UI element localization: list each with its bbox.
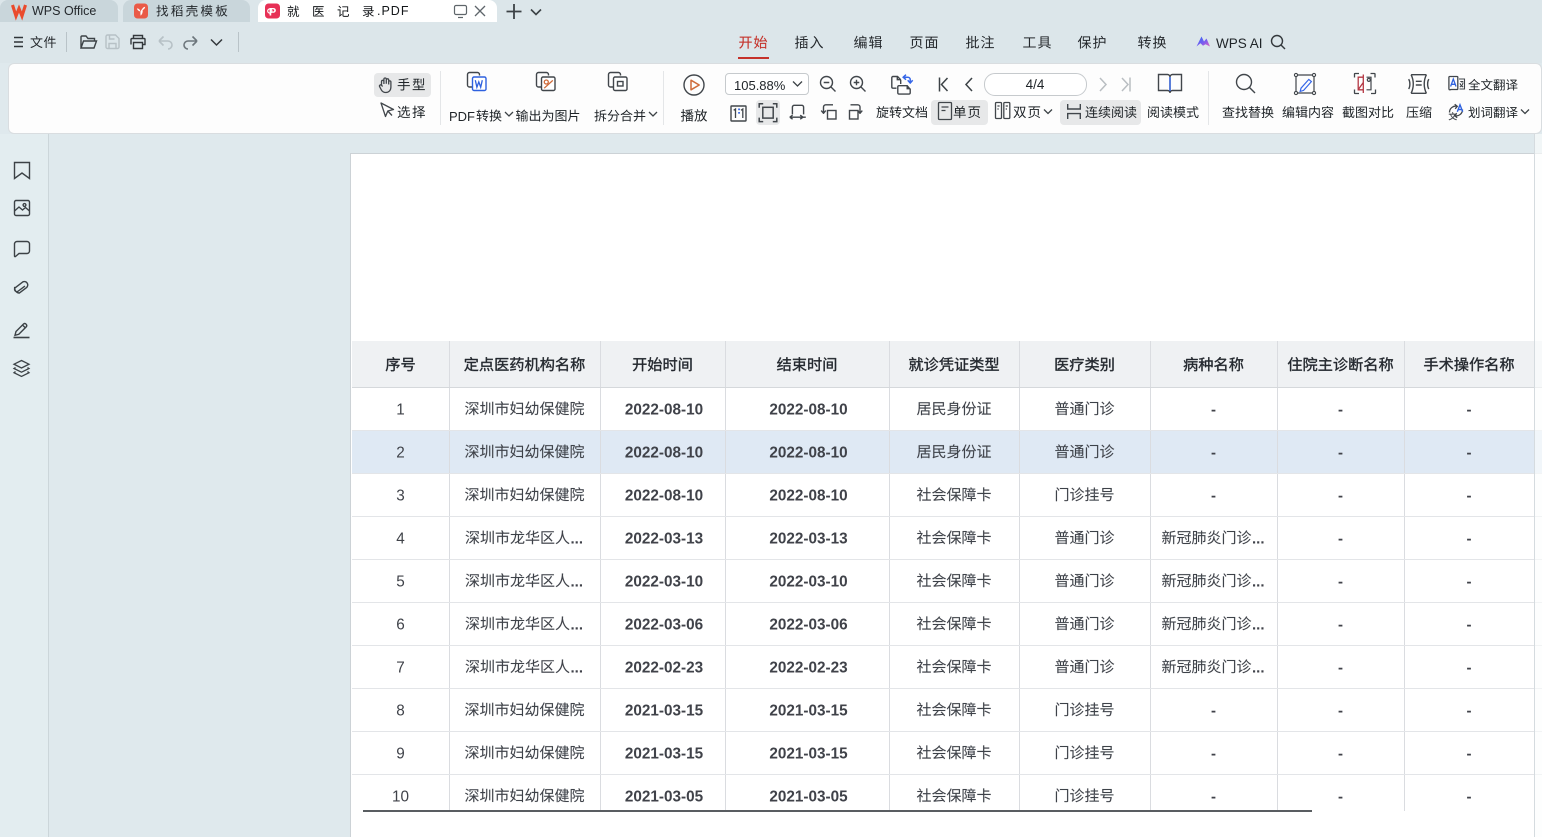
svg-text:2022-03-06: 2022-03-06 bbox=[625, 617, 703, 634]
svg-text:-: - bbox=[1338, 531, 1343, 548]
svg-text:2021-03-15: 2021-03-15 bbox=[625, 746, 704, 763]
svg-text:-: - bbox=[1338, 746, 1343, 763]
svg-text:2: 2 bbox=[396, 445, 405, 462]
svg-text:3: 3 bbox=[396, 488, 405, 505]
svg-text:2022-08-10: 2022-08-10 bbox=[625, 445, 703, 462]
svg-text:2021-03-15: 2021-03-15 bbox=[769, 703, 848, 720]
svg-text:2021-03-05: 2021-03-05 bbox=[769, 789, 848, 806]
svg-text:2022-08-10: 2022-08-10 bbox=[769, 445, 847, 462]
svg-text:6: 6 bbox=[396, 617, 405, 634]
svg-text:...: ... bbox=[571, 660, 584, 677]
svg-text:2021-03-15: 2021-03-15 bbox=[625, 703, 704, 720]
svg-text:...: ... bbox=[1252, 617, 1265, 634]
svg-text:-: - bbox=[1467, 660, 1472, 677]
svg-text:-: - bbox=[1338, 488, 1343, 505]
svg-text:-: - bbox=[1338, 574, 1343, 591]
svg-text:2022-03-13: 2022-03-13 bbox=[625, 531, 703, 548]
svg-text:...: ... bbox=[571, 574, 584, 591]
svg-text:2021-03-15: 2021-03-15 bbox=[769, 746, 848, 763]
svg-text:-: - bbox=[1467, 617, 1472, 634]
svg-text:-: - bbox=[1211, 703, 1216, 720]
svg-text:1: 1 bbox=[396, 402, 405, 419]
svg-text:2022-08-10: 2022-08-10 bbox=[769, 488, 847, 505]
svg-text:...: ... bbox=[1252, 574, 1265, 591]
svg-text:-: - bbox=[1467, 488, 1472, 505]
svg-text:-: - bbox=[1467, 574, 1472, 591]
svg-text:2022-03-10: 2022-03-10 bbox=[769, 574, 847, 591]
svg-text:2022-08-10: 2022-08-10 bbox=[769, 402, 847, 419]
svg-text:P: P bbox=[269, 6, 276, 18]
svg-text:2022-03-06: 2022-03-06 bbox=[769, 617, 847, 634]
svg-text:2022-08-10: 2022-08-10 bbox=[625, 402, 703, 419]
svg-text:5: 5 bbox=[396, 574, 405, 591]
svg-text:7: 7 bbox=[396, 660, 405, 677]
svg-text:2022-03-10: 2022-03-10 bbox=[625, 574, 703, 591]
svg-text:8: 8 bbox=[396, 703, 405, 720]
svg-text:2022-02-23: 2022-02-23 bbox=[769, 660, 847, 677]
svg-text:-: - bbox=[1211, 789, 1216, 806]
svg-text:-: - bbox=[1211, 445, 1216, 462]
svg-text:-: - bbox=[1338, 789, 1343, 806]
svg-text:-: - bbox=[1338, 402, 1343, 419]
svg-text:2021-03-05: 2021-03-05 bbox=[625, 789, 704, 806]
svg-text:-: - bbox=[1467, 445, 1472, 462]
svg-text:10: 10 bbox=[392, 789, 409, 806]
svg-text:...: ... bbox=[1252, 531, 1265, 548]
svg-text:2022-08-10: 2022-08-10 bbox=[625, 488, 703, 505]
svg-text:-: - bbox=[1467, 531, 1472, 548]
svg-text:2022-02-23: 2022-02-23 bbox=[625, 660, 703, 677]
svg-text:-: - bbox=[1467, 402, 1472, 419]
svg-text:-: - bbox=[1211, 746, 1216, 763]
svg-text:2022-03-13: 2022-03-13 bbox=[769, 531, 847, 548]
svg-text:...: ... bbox=[571, 617, 584, 634]
svg-text:-: - bbox=[1467, 703, 1472, 720]
svg-text:9: 9 bbox=[396, 746, 405, 763]
svg-text:-: - bbox=[1338, 660, 1343, 677]
svg-text:-: - bbox=[1467, 789, 1472, 806]
svg-text:-: - bbox=[1211, 402, 1216, 419]
svg-text:...: ... bbox=[1252, 660, 1265, 677]
svg-text:-: - bbox=[1338, 703, 1343, 720]
svg-text:-: - bbox=[1211, 488, 1216, 505]
svg-text:4: 4 bbox=[396, 531, 405, 548]
svg-text:-: - bbox=[1467, 746, 1472, 763]
svg-text:-: - bbox=[1338, 445, 1343, 462]
svg-text:-: - bbox=[1338, 617, 1343, 634]
svg-text:...: ... bbox=[571, 531, 584, 548]
